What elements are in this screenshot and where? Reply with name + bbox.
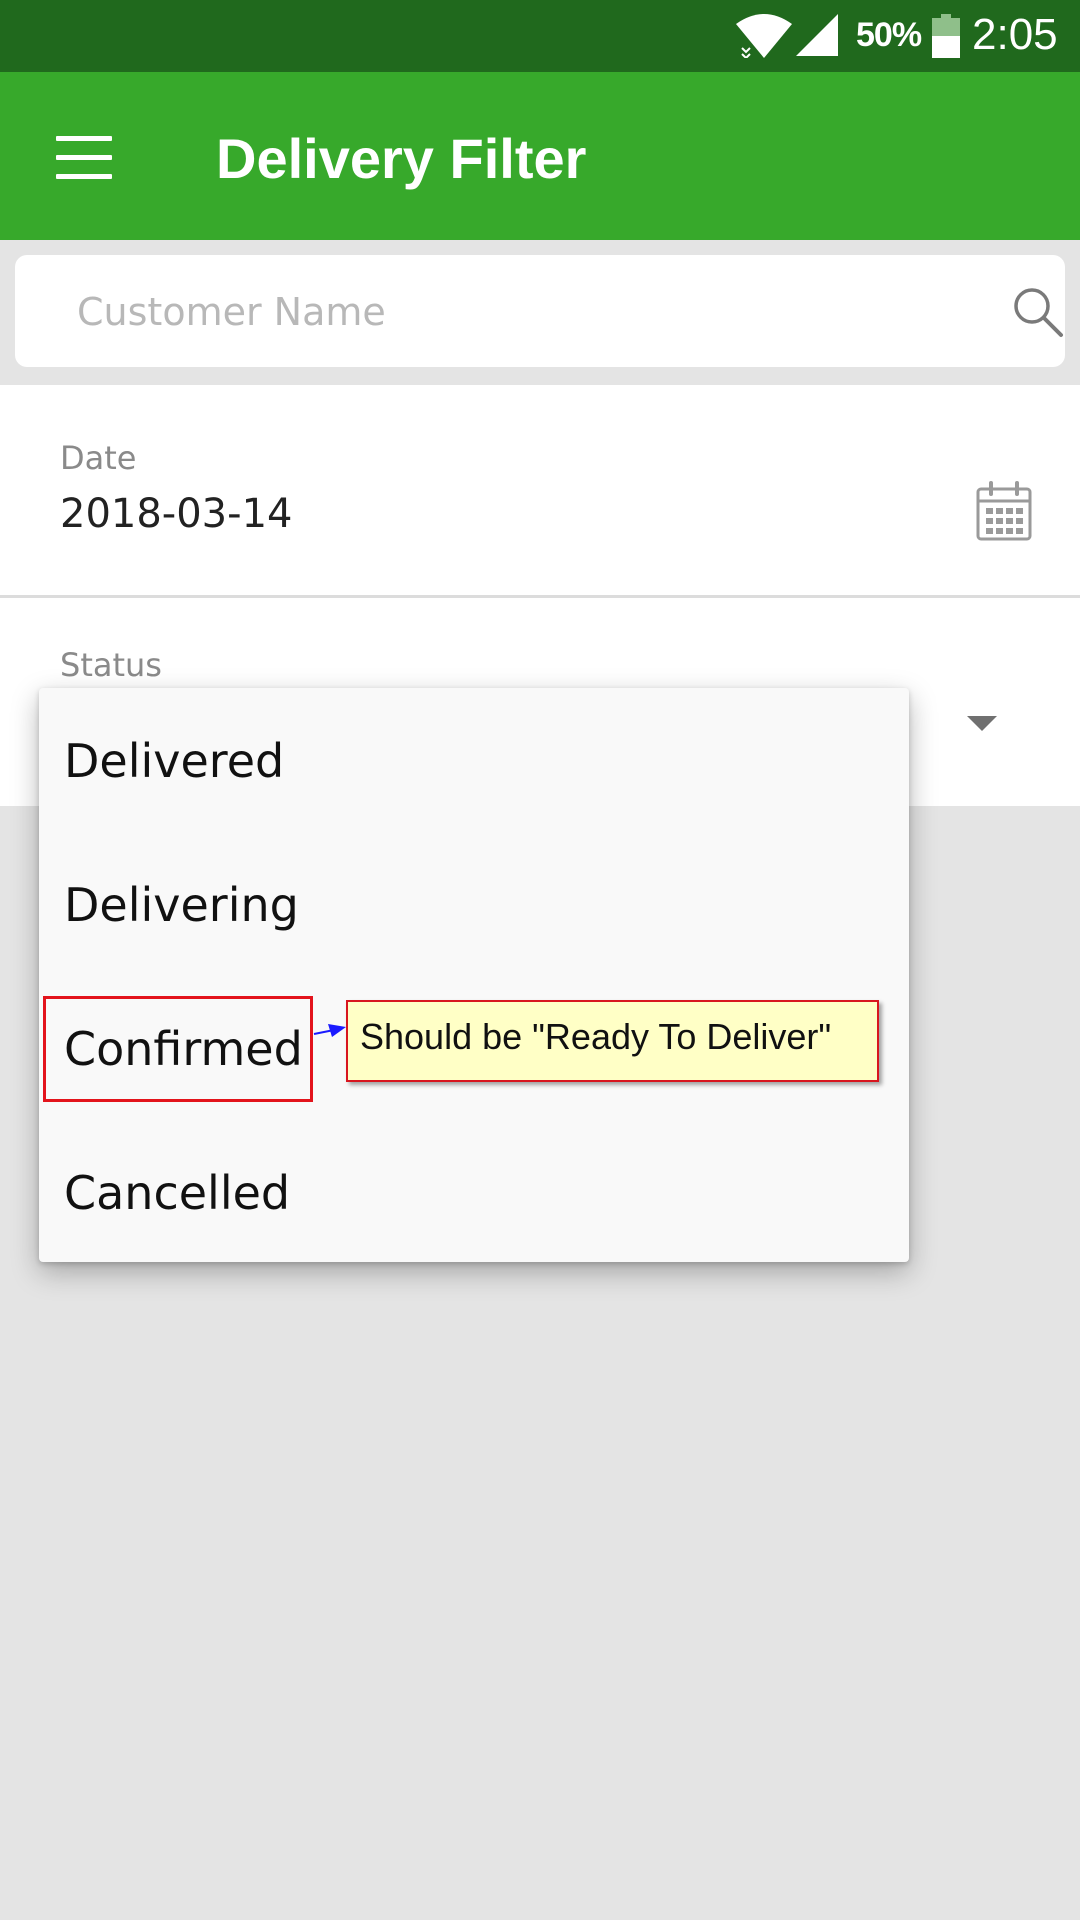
- status-option-delivering[interactable]: Delivering: [39, 832, 909, 976]
- search-icon[interactable]: [1011, 285, 1065, 339]
- date-field[interactable]: Date 2018-03-14: [0, 385, 1080, 598]
- search-bar: [15, 255, 1065, 367]
- annotation-arrow-icon: [313, 1024, 346, 1037]
- wifi-icon: [736, 14, 792, 58]
- annotation-note-text: Should be "Ready To Deliver": [360, 1016, 832, 1057]
- option-label: Delivered: [64, 734, 285, 788]
- status-label: Status: [60, 646, 162, 684]
- status-bar: 50% 2:05: [0, 0, 1080, 72]
- annotation-highlight-box: [43, 996, 313, 1102]
- status-dropdown-menu: Delivered Delivering Confirmed Cancelled: [39, 688, 909, 1262]
- status-option-delivered[interactable]: Delivered: [39, 688, 909, 832]
- app-bar: Delivery Filter: [0, 72, 1080, 240]
- option-label: Delivering: [64, 878, 299, 932]
- calendar-icon[interactable]: [976, 481, 1032, 541]
- battery-percent: 50%: [856, 16, 922, 54]
- dropdown-arrow-icon[interactable]: [967, 716, 997, 731]
- page-title: Delivery Filter: [216, 127, 587, 190]
- signal-icon: [796, 14, 838, 56]
- battery-icon: [932, 14, 960, 58]
- clock: 2:05: [972, 10, 1058, 59]
- annotation-note: Should be "Ready To Deliver": [346, 1000, 879, 1082]
- date-label: Date: [60, 439, 137, 477]
- status-option-cancelled[interactable]: Cancelled: [39, 1120, 909, 1264]
- option-label: Cancelled: [64, 1166, 291, 1220]
- date-value: 2018-03-14: [60, 491, 293, 537]
- menu-icon[interactable]: [56, 136, 112, 179]
- search-input[interactable]: [75, 275, 979, 349]
